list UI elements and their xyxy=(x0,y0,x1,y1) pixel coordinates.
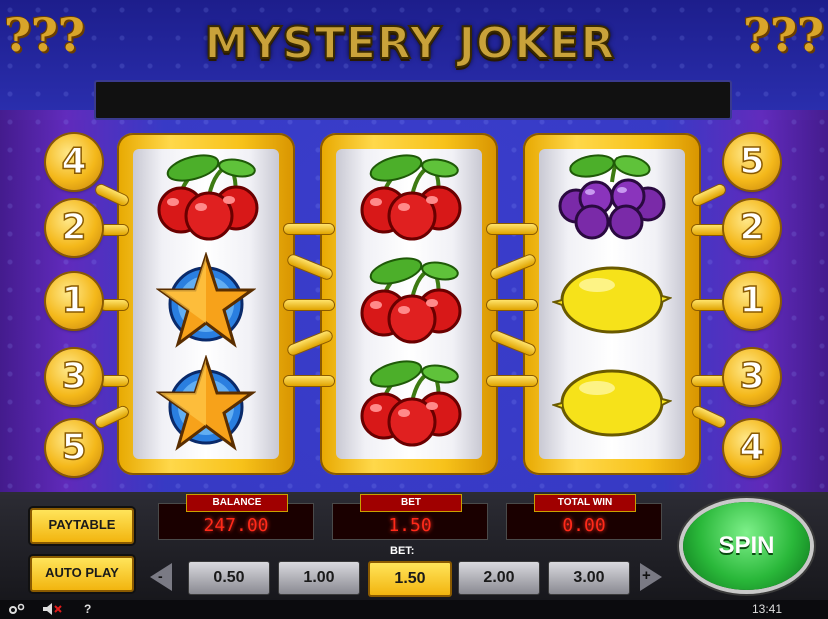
paytable-button[interactable]: PAYTABLE xyxy=(30,508,134,544)
payline-connector xyxy=(487,224,537,234)
bet-option-button[interactable]: 3.00 xyxy=(548,561,630,595)
total-win-display: 0.00 TOTAL WIN xyxy=(506,494,662,540)
reel-1 xyxy=(117,133,295,475)
balance-label: BALANCE xyxy=(186,494,288,512)
symbol-cherry xyxy=(336,252,482,348)
symbol-star xyxy=(133,355,279,451)
balance-display: 247.00 BALANCE xyxy=(158,494,314,540)
payline-connector xyxy=(284,224,334,234)
bet-increase-button[interactable]: + xyxy=(640,563,662,591)
payline-indicator-right-3: 1 xyxy=(724,273,780,329)
bet-option-button[interactable]: 1.50 xyxy=(368,561,452,597)
bet-option-button[interactable]: 0.50 xyxy=(188,561,270,595)
payline-indicator-right-4: 3 xyxy=(724,349,780,405)
payline-indicator-left-1: 4 xyxy=(46,134,102,190)
message-bar xyxy=(94,80,732,120)
settings-icon[interactable] xyxy=(8,602,26,619)
bet-decrease-button[interactable]: - xyxy=(150,563,172,591)
clock: 13:41 xyxy=(752,602,783,616)
payline-connector xyxy=(284,376,334,386)
payline-indicator-left-2: 2 xyxy=(46,200,102,256)
reel-3 xyxy=(523,133,701,475)
payline-indicator-right-2: 2 xyxy=(724,200,780,256)
payline-connector xyxy=(100,376,128,386)
corner-question-marks-right: ??? xyxy=(743,8,824,62)
bet-option-button[interactable]: 1.00 xyxy=(278,561,360,595)
status-bar: ? 13:41 xyxy=(0,600,828,619)
payline-indicator-left-3: 1 xyxy=(46,273,102,329)
bet-selector-label: BET: xyxy=(390,545,415,557)
bet-display: 1.50 BET xyxy=(332,494,488,540)
sound-muted-icon[interactable] xyxy=(42,602,64,619)
payline-connector xyxy=(487,376,537,386)
payline-connector xyxy=(100,300,128,310)
symbol-cherry xyxy=(133,149,279,245)
game-screen: ??? ??? MYSTERY JOKER 4 2 1 3 5 5 2 1 3 … xyxy=(0,0,828,619)
symbol-lemon xyxy=(539,252,685,348)
minus-icon: - xyxy=(158,568,163,584)
corner-question-marks-left: ??? xyxy=(4,8,85,62)
help-icon[interactable]: ? xyxy=(84,602,91,616)
plus-icon: + xyxy=(642,567,651,584)
reel-2 xyxy=(320,133,498,475)
spin-button[interactable]: SPIN xyxy=(683,502,810,590)
payline-connector xyxy=(100,225,128,235)
bet-option-button[interactable]: 2.00 xyxy=(458,561,540,595)
symbol-cherry xyxy=(336,149,482,245)
payline-indicator-left-5: 5 xyxy=(46,420,102,476)
symbol-plum xyxy=(539,149,685,245)
symbol-star xyxy=(133,252,279,348)
payline-connector xyxy=(487,300,537,310)
total-win-label: TOTAL WIN xyxy=(534,494,636,512)
bet-label: BET xyxy=(360,494,462,512)
symbol-cherry xyxy=(336,355,482,451)
payline-indicator-right-5: 4 xyxy=(724,420,780,476)
symbol-lemon xyxy=(539,355,685,451)
autoplay-button[interactable]: AUTO PLAY xyxy=(30,556,134,592)
payline-indicator-left-4: 3 xyxy=(46,349,102,405)
game-title: MYSTERY JOKER xyxy=(204,17,616,70)
payline-indicator-right-1: 5 xyxy=(724,134,780,190)
payline-connector xyxy=(284,300,334,310)
